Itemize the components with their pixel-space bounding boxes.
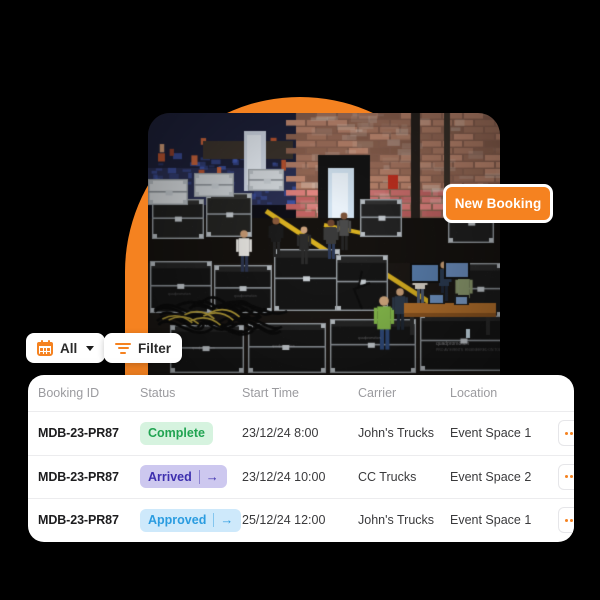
cell-start-time: 23/12/24 10:00 bbox=[242, 469, 326, 484]
column-header-booking-id: Booking ID bbox=[38, 386, 100, 400]
status-badge-label: Complete bbox=[148, 426, 205, 441]
column-header-location: Location bbox=[450, 386, 498, 400]
table-header-row: Booking ID Status Start Time Carrier Loc… bbox=[28, 375, 574, 411]
date-filter-label: All bbox=[60, 340, 78, 356]
cell-carrier: John's Trucks bbox=[358, 513, 435, 528]
screenshot-stage: New Booking All Filter Booking ID Status… bbox=[0, 0, 600, 600]
table-row[interactable]: MDB-23-PR87 Complete 23/12/24 8:00 John's T… bbox=[28, 411, 574, 455]
table-row[interactable]: MDB-23-PR87 Arrived → 23/12/24 10:00 CC Truc… bbox=[28, 454, 574, 499]
table-body: MDB-23-PR87 Complete 23/12/24 8:00 John's T… bbox=[28, 411, 574, 542]
bookings-table-card: Booking ID Status Start Time Carrier Loc… bbox=[28, 375, 574, 542]
status-badge-label: Arrived bbox=[148, 469, 192, 484]
arrow-right-icon[interactable]: → bbox=[220, 513, 233, 526]
chevron-down-icon bbox=[86, 345, 95, 351]
row-actions-kebab-button[interactable] bbox=[558, 507, 574, 534]
calendar-icon bbox=[37, 340, 53, 356]
status-badge-label: Approved bbox=[148, 513, 207, 528]
status-badge[interactable]: Approved → bbox=[140, 508, 242, 532]
column-header-start-time: Start Time bbox=[242, 386, 299, 400]
venue-backstage-photo bbox=[148, 113, 500, 375]
new-booking-label: New Booking bbox=[454, 196, 542, 211]
cell-booking-id: MDB-23-PR87 bbox=[38, 513, 119, 528]
filter-icon bbox=[115, 342, 131, 355]
table-row[interactable]: MDB-23-PR87 Approved → 25/12/24 12:00 John's… bbox=[28, 498, 574, 542]
filter-button[interactable]: Filter bbox=[104, 333, 183, 363]
row-actions-kebab-button[interactable] bbox=[558, 463, 574, 490]
status-badge[interactable]: Complete bbox=[140, 421, 213, 445]
column-header-carrier: Carrier bbox=[358, 386, 397, 400]
cell-carrier: John's Trucks bbox=[358, 426, 435, 441]
cell-start-time: 25/12/24 12:00 bbox=[242, 513, 326, 528]
status-badge-divider bbox=[198, 469, 200, 484]
status-badge-divider bbox=[213, 513, 215, 528]
column-header-status: Status bbox=[140, 386, 176, 400]
cell-start-time: 23/12/24 8:00 bbox=[242, 426, 319, 441]
cell-location: Event Space 2 bbox=[450, 469, 532, 484]
row-actions-kebab-button[interactable] bbox=[558, 420, 574, 447]
arrow-right-icon[interactable]: → bbox=[206, 470, 219, 483]
hero-photo bbox=[148, 113, 500, 375]
new-booking-button[interactable]: New Booking bbox=[443, 184, 553, 223]
status-badge[interactable]: Arrived → bbox=[140, 465, 227, 489]
cell-location: Event Space 1 bbox=[450, 513, 532, 528]
filter-button-label: Filter bbox=[138, 340, 172, 356]
cell-booking-id: MDB-23-PR87 bbox=[38, 469, 119, 484]
cell-booking-id: MDB-23-PR87 bbox=[38, 426, 119, 441]
date-filter-dropdown[interactable]: All bbox=[26, 333, 106, 363]
cell-carrier: CC Trucks bbox=[358, 469, 417, 484]
cell-location: Event Space 1 bbox=[450, 426, 532, 441]
